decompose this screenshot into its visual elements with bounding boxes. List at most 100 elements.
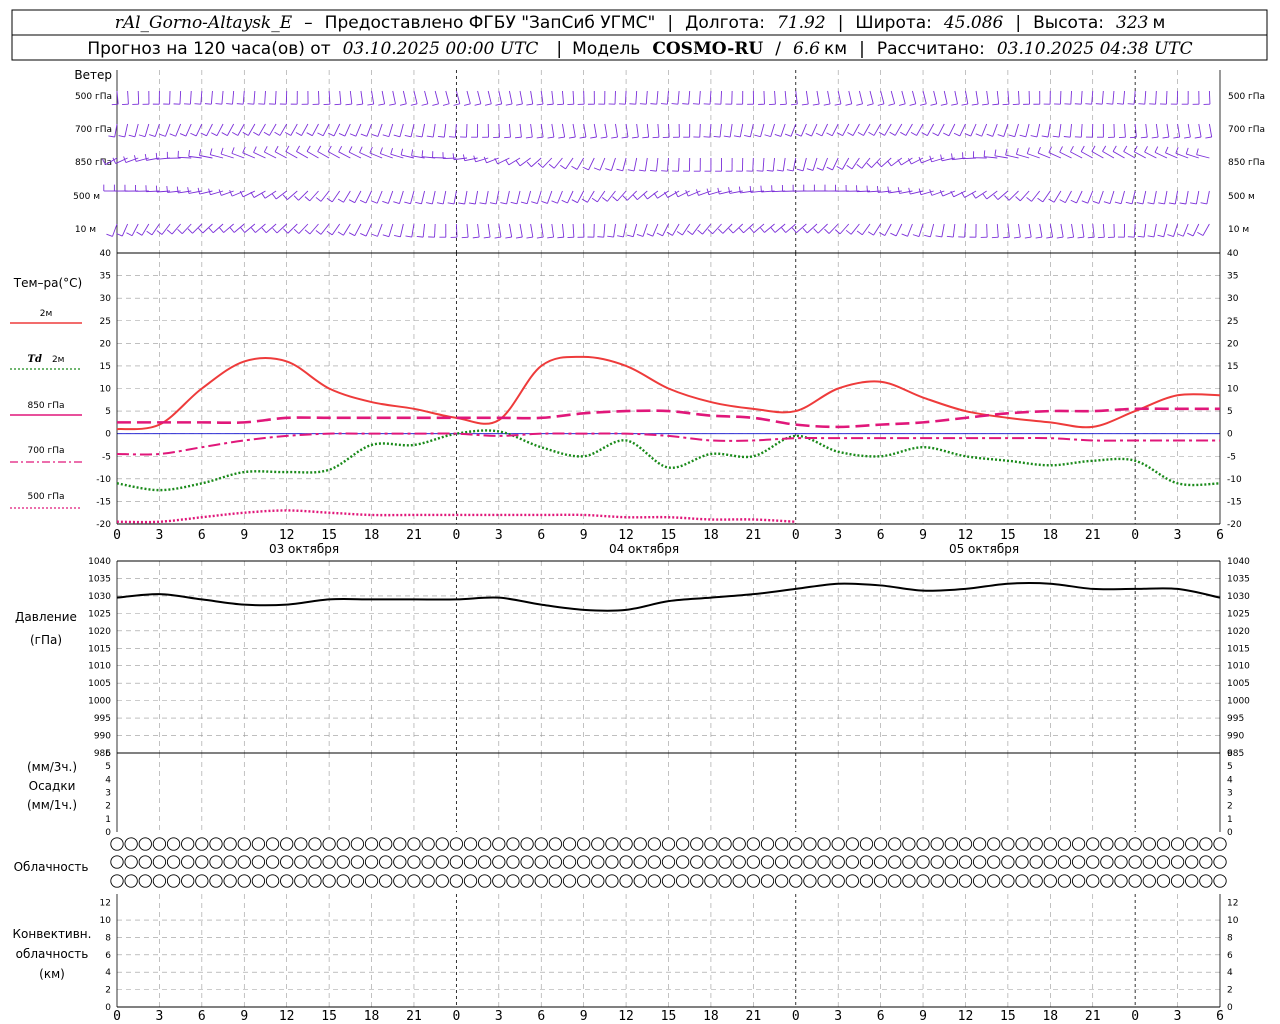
- wind-barb-flag: [378, 103, 385, 106]
- wind-barb-flag: [650, 103, 657, 105]
- wind-barb-flag: [1190, 202, 1197, 205]
- wind-barb-flag: [597, 236, 604, 238]
- wind-barb: [226, 123, 235, 136]
- wind-barb: [1031, 190, 1041, 202]
- wind-barb-flag: [190, 132, 197, 137]
- wind-barb-flag: [240, 227, 246, 233]
- wind-barb: [348, 151, 362, 159]
- wind-barb: [1131, 190, 1136, 204]
- cloud-symbol: [605, 855, 619, 869]
- cloud-symbol: [1156, 874, 1171, 888]
- wind-barb: [269, 123, 277, 136]
- cloud-symbol: [1015, 855, 1029, 869]
- cloud-symbol: [1213, 837, 1227, 851]
- wind-barb-flag: [1129, 136, 1137, 139]
- xtick-bottom-36: 12: [618, 1009, 634, 1024]
- wind-barb: [1133, 151, 1146, 159]
- cloud-symbol: [1170, 874, 1185, 888]
- wind-barb-flag: [879, 232, 886, 236]
- cloud-symbol: [548, 855, 563, 869]
- wind-barb: [253, 151, 266, 159]
- wind-barb: [508, 123, 511, 138]
- wind-barb: [410, 190, 415, 204]
- wind-barb-flag: [877, 103, 885, 106]
- cloud-symbol: [110, 855, 124, 869]
- wind-barb: [613, 223, 616, 238]
- ytick-right-conv-2: 2: [1227, 986, 1233, 996]
- ytick-right-temp-20: 20: [1227, 339, 1239, 349]
- wind-barb-flag: [834, 229, 841, 235]
- cloud-symbol: [789, 874, 803, 888]
- ytick-left-conv-6: 6: [105, 951, 111, 961]
- ytick-left-temp--10: -10: [96, 475, 111, 485]
- wind-barb-flag: [1196, 148, 1199, 155]
- xtick-bottom-63: 15: [1000, 1009, 1016, 1024]
- wind-barb: [1142, 190, 1147, 204]
- wind-barb: [179, 90, 182, 105]
- wind-barb-flag: [1015, 196, 1021, 202]
- wind-barb-flag: [656, 232, 663, 237]
- wind-barb: [890, 90, 896, 104]
- wind-barb: [1018, 90, 1020, 105]
- wind-barb: [739, 123, 744, 138]
- ytick-right-prec-5: 5: [1227, 762, 1233, 772]
- wind-barb: [557, 190, 563, 204]
- wind-barb-flag: [561, 199, 568, 204]
- wind-barb: [572, 223, 575, 238]
- wind-barb: [531, 157, 542, 168]
- wind-barb-flag: [144, 153, 147, 161]
- cloud-symbol: [1114, 837, 1128, 851]
- wind-barb: [986, 90, 989, 105]
- wind-barb: [331, 223, 341, 236]
- cloud-symbol: [774, 837, 789, 851]
- wind-barb-flag: [579, 136, 587, 139]
- wind-barb: [255, 223, 266, 233]
- wind-barb-flag: [568, 136, 576, 139]
- wind-barb-flag: [900, 131, 907, 136]
- precip-unit-3h: (мм/3ч.): [27, 760, 77, 774]
- wind-barb: [965, 90, 969, 105]
- wind-barb: [485, 190, 489, 205]
- cloud-symbol: [520, 874, 534, 888]
- wind-barb-flag: [868, 131, 875, 136]
- wind-barb: [1153, 190, 1157, 205]
- wind-barb-flag: [1080, 145, 1085, 152]
- wind-barb-flag: [315, 230, 322, 235]
- wind-barb-flag: [436, 202, 444, 205]
- wind-barb: [287, 190, 298, 200]
- wind-barb-flag: [547, 136, 554, 139]
- wind-barb: [1091, 90, 1094, 105]
- wind-barb-flag: [1123, 145, 1128, 152]
- wind-barb: [327, 151, 340, 159]
- cloud-symbol: [817, 855, 831, 869]
- wind-barb: [264, 151, 277, 159]
- cloud-symbol: [888, 855, 902, 869]
- wind-barb-flag: [697, 229, 703, 235]
- xtick-bottom-69: 21: [1085, 1009, 1101, 1024]
- wind-barb-flag: [1004, 195, 1010, 201]
- ytick-right-pres-1040: 1040: [1227, 557, 1250, 567]
- xtick-top-75: 3: [1174, 528, 1182, 543]
- cloud-symbol: [704, 837, 718, 851]
- wind-barb-flag: [367, 103, 374, 106]
- legend-t500: 500 гПа: [10, 492, 82, 509]
- wind-barb-flag: [338, 145, 343, 153]
- wind-barb: [688, 90, 691, 105]
- wind-barb-flag: [1002, 236, 1010, 239]
- wind-barb: [530, 123, 533, 138]
- cloud-title: Облачность: [14, 860, 89, 874]
- wind-barb-flag: [590, 136, 597, 139]
- xtick-top-63: 15: [1000, 528, 1016, 543]
- wind-barb: [644, 157, 648, 172]
- legend-t2m-label: 2м: [40, 309, 53, 319]
- wind-barb: [1042, 190, 1051, 203]
- cloud-symbol: [492, 855, 506, 869]
- wind-barb: [647, 190, 659, 200]
- wind-barb: [320, 190, 330, 202]
- cloud-symbol: [421, 855, 435, 869]
- wind-barb-flag: [472, 236, 480, 239]
- wind-barb: [258, 123, 266, 136]
- wind-barb: [749, 123, 754, 137]
- wind-barb: [1080, 151, 1093, 159]
- wind-barb: [306, 151, 319, 159]
